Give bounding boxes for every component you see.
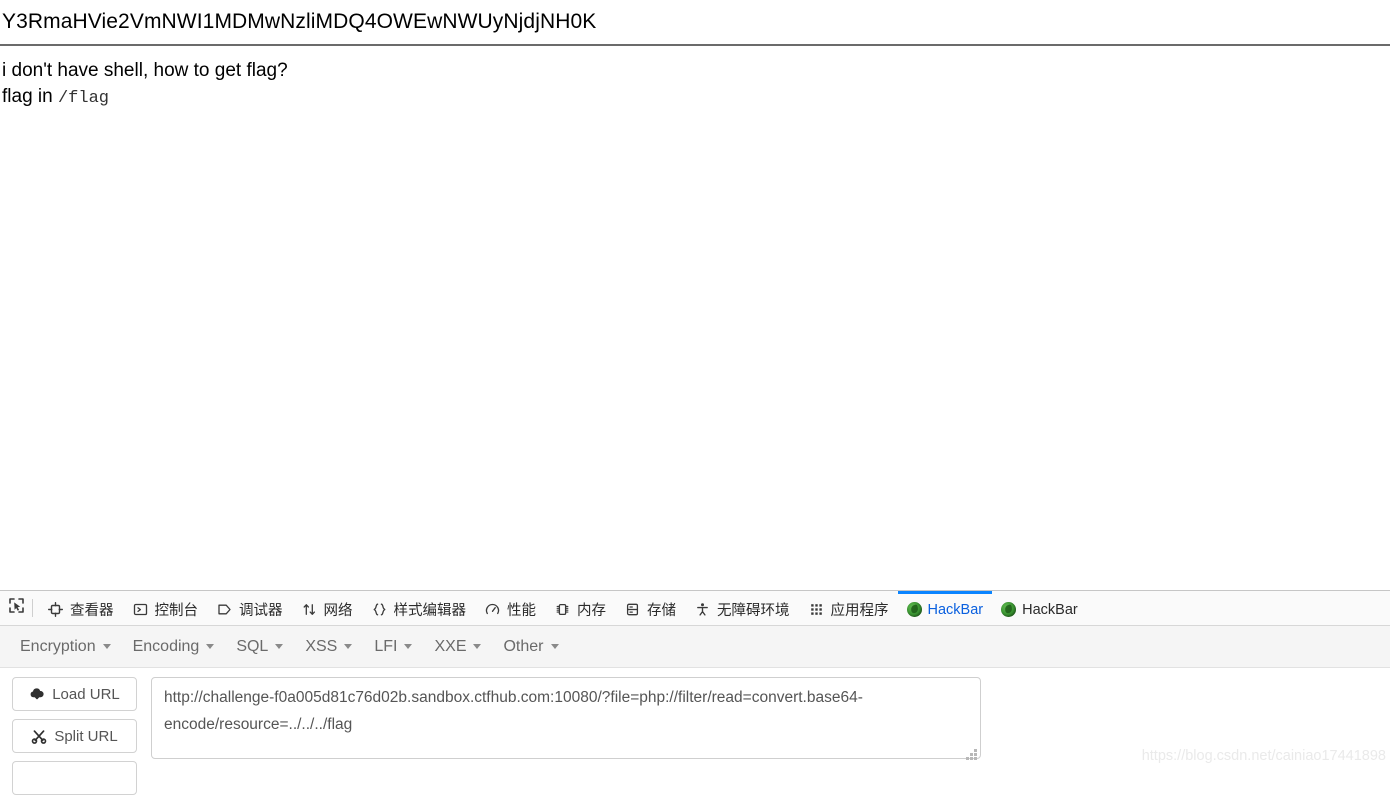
flag-hint-path: /flag: [57, 89, 109, 108]
button-label: Split URL: [54, 727, 118, 745]
execute-button[interactable]: [12, 761, 137, 795]
base64-output-text: Y3RmaHVie2VmNWI1MDMwNzliMDQ4OWEwNWUyNjdj…: [2, 10, 597, 33]
watermark: https://blog.csdn.net/cainiao17441898: [1141, 748, 1386, 764]
devtools-tab-memory[interactable]: 内存: [545, 591, 615, 625]
devtools-tab-application[interactable]: 应用程序: [799, 591, 898, 625]
hackbar-menu-bar: Encryption Encoding SQL XSS LFI XXE Othe…: [0, 626, 1390, 668]
flag-hint-prefix: flag in: [2, 86, 58, 107]
devtools-tab-debugger[interactable]: 调试器: [207, 591, 292, 625]
menu-encoding[interactable]: Encoding: [125, 634, 229, 660]
scissors-icon: [31, 728, 47, 744]
split-url-button[interactable]: Split URL: [12, 719, 137, 753]
menu-label: Other: [503, 637, 544, 655]
devtools-tab-label: 性能: [507, 603, 536, 619]
devtools-tab-label: 无障碍环境: [717, 603, 790, 619]
toolbar-separator: [32, 599, 33, 617]
url-input-wrapper: [151, 677, 981, 764]
menu-label: XXE: [434, 637, 467, 655]
devtools-tab-hackbar-secondary[interactable]: HackBar: [992, 591, 1087, 625]
menu-label: Encryption: [20, 637, 96, 655]
network-icon: [301, 601, 318, 618]
chevron-down-icon: [206, 644, 215, 649]
console-icon: [132, 601, 149, 618]
menu-label: Encoding: [132, 637, 200, 655]
storage-icon: [624, 601, 641, 618]
chevron-down-icon: [344, 644, 353, 649]
menu-other[interactable]: Other: [495, 634, 572, 660]
devtools-tab-network[interactable]: 网络: [292, 591, 362, 625]
devtools-tab-label: 调试器: [239, 603, 283, 619]
devtools-tab-performance[interactable]: 性能: [475, 591, 545, 625]
application-icon: [808, 601, 825, 618]
chevron-down-icon: [275, 644, 284, 649]
challenge-question: i don't have shell, how to get flag?: [2, 60, 288, 81]
devtools-tab-accessibility[interactable]: 无障碍环境: [685, 591, 799, 625]
menu-label: XSS: [305, 637, 338, 655]
chevron-down-icon: [404, 644, 413, 649]
element-picker-icon: [8, 597, 25, 619]
debugger-icon: [216, 601, 233, 618]
load-url-button[interactable]: Load URL: [12, 677, 137, 711]
menu-label: LFI: [374, 637, 398, 655]
menu-lfi[interactable]: LFI: [366, 634, 426, 660]
chevron-down-icon: [102, 644, 111, 649]
hackbar-extension-icon: [906, 602, 922, 617]
menu-label: SQL: [236, 637, 269, 655]
button-label: Load URL: [52, 685, 120, 703]
devtools-tab-label: 控制台: [154, 603, 199, 619]
devtools-tab-style-editor[interactable]: 样式编辑器: [362, 591, 476, 625]
menu-encryption[interactable]: Encryption: [12, 634, 125, 660]
memory-icon: [554, 601, 571, 618]
accessibility-icon: [694, 601, 711, 618]
devtools-tab-label: 样式编辑器: [393, 603, 467, 619]
style-editor-icon: [371, 601, 388, 618]
menu-sql[interactable]: SQL: [228, 634, 297, 660]
browser-page-content: Y3RmaHVie2VmNWI1MDMwNzliMDQ4OWEwNWUyNjdj…: [0, 0, 1390, 590]
element-picker-button[interactable]: [2, 592, 30, 624]
devtools-tab-label: 查看器: [70, 603, 114, 619]
devtools-tab-hackbar-active[interactable]: HackBar: [897, 591, 993, 625]
devtools-tab-console[interactable]: 控制台: [123, 591, 208, 625]
menu-xxe[interactable]: XXE: [426, 634, 495, 660]
devtools-tab-label: HackBar: [1022, 601, 1078, 618]
devtools-tab-label: 应用程序: [830, 603, 889, 619]
devtools-tab-label: 存储: [647, 603, 676, 619]
devtools-tab-storage[interactable]: 存储: [615, 591, 685, 625]
devtools-tab-inspector[interactable]: 查看器: [38, 591, 123, 625]
hackbar-body: Load URL Split URL: [0, 668, 1390, 795]
cloud-download-icon: [29, 686, 45, 702]
flag-hint: flag in /flag: [2, 84, 1390, 112]
devtools-tab-label: HackBar: [927, 601, 984, 618]
devtools-tab-label: 内存: [577, 603, 606, 619]
chevron-down-icon: [473, 644, 482, 649]
devtools-tab-bar: 查看器 控制台 调试器 网络 样式编辑器 性能 内存 存储 无障碍环境 应用程序…: [0, 591, 1390, 626]
hackbar-action-buttons: Load URL Split URL: [12, 677, 137, 795]
chevron-down-icon: [550, 644, 559, 649]
devtools-tab-label: 网络: [323, 603, 353, 619]
challenge-text-block: i don't have shell, how to get flag? fla…: [0, 46, 1390, 112]
menu-xss[interactable]: XSS: [297, 634, 366, 660]
url-input[interactable]: [151, 677, 981, 759]
hackbar-extension-icon: [1001, 602, 1017, 617]
inspector-icon: [47, 601, 64, 618]
performance-icon: [484, 601, 501, 618]
